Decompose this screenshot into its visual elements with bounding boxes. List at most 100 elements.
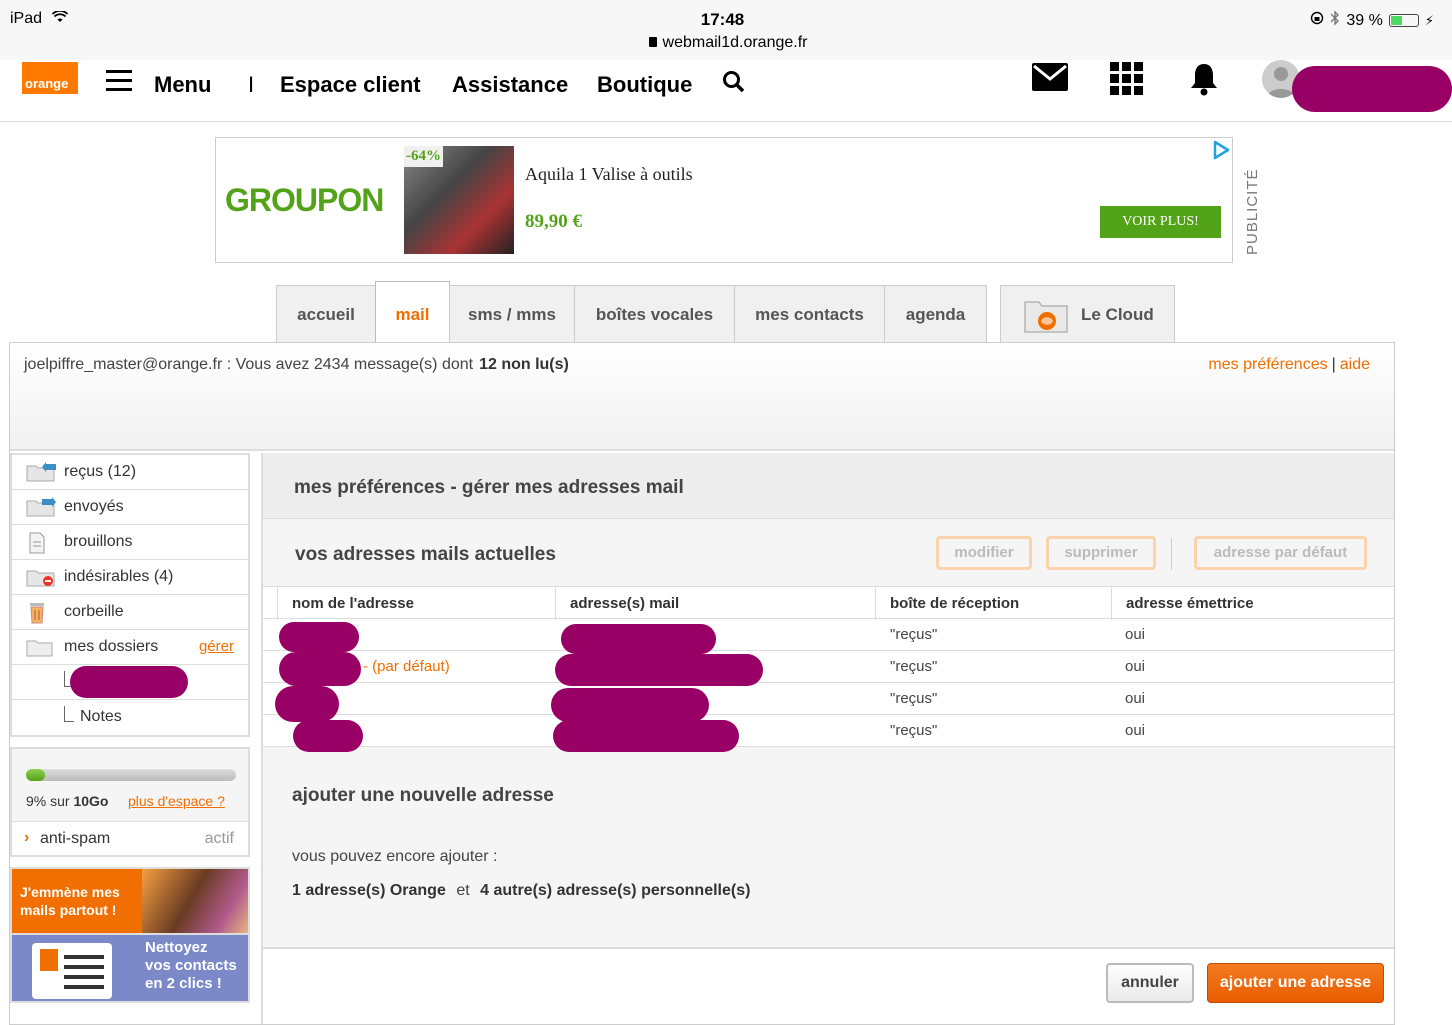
bell-icon[interactable] [1189,62,1219,101]
col-address-header[interactable]: adresse(s) mail [555,587,875,620]
col-sender-header[interactable]: adresse émettrice [1111,587,1345,620]
delete-button[interactable]: supprimer [1046,536,1156,570]
nav-assistance[interactable]: Assistance [452,72,568,98]
ad-price: 89,90 € [525,211,582,232]
link-separator: | [1331,356,1336,373]
message-count-text: joelpiffre_master@orange.fr : Vous avez … [24,356,474,373]
preferences-link[interactable]: mes préférences [1208,356,1327,373]
redacted-username [1292,66,1452,112]
menu-link[interactable]: Menu [154,72,211,98]
row-sender: oui [1125,722,1146,739]
folder-sent-label: envoyés [64,498,124,515]
chevron-right-icon: › [24,829,30,846]
row-default-tag: - (par défaut) [363,658,450,675]
redacted-name [279,622,359,652]
portal-header: orange Menu I Espace client Assistance B… [0,60,1452,122]
quota-bar [26,769,236,781]
add-address-remaining: 1 adresse(s) Orange et 4 autre(s) adress… [292,882,750,900]
page-title: mes préférences - gérer mes adresses mai… [294,477,684,498]
tab-boites-vocales[interactable]: boîtes vocales [574,285,735,343]
quota-text: 9% sur 10Go [26,793,108,809]
ad-cta-button[interactable]: VOIR PLUS! [1100,206,1221,238]
account-info-bar: joelpiffre_master@orange.fr : Vous avez … [10,343,1394,451]
tab-sms-mms[interactable]: sms / mms [449,285,575,343]
nav-boutique[interactable]: Boutique [597,72,692,98]
tree-connector [64,706,74,722]
col-inbox-header[interactable]: boîte de réception [875,587,1111,620]
set-default-button[interactable]: adresse par défaut [1194,536,1367,570]
promo-mobile-mail[interactable]: J'emmène mes mails partout ! [10,867,250,935]
table-row[interactable]: "reçus" oui [263,683,1394,715]
rotation-lock-icon [1310,11,1324,30]
table-row[interactable]: "reçus" oui [263,715,1394,747]
row-sender: oui [1125,626,1146,643]
orange-address-count: 1 adresse(s) Orange [292,882,446,899]
content-header: mes préférences - gérer mes adresses mai… [263,453,1394,519]
ad-title[interactable]: Aquila 1 Valise à outils [525,164,693,185]
folder-spam[interactable]: indésirables (4) [12,560,248,595]
redacted-name [293,720,363,752]
sent-icon [26,497,56,517]
contacts-card-icon [32,943,112,999]
orange-logo[interactable]: orange [22,62,78,94]
folder-inbox-label: reçus (12) [64,463,137,480]
more-space-link[interactable]: plus d'espace ? [128,793,225,809]
ad-banner[interactable]: GROUPON -64% Aquila 1 Valise à outils 89… [215,137,1233,263]
conjunction: et [456,882,470,899]
ad-product-image: -64% [404,146,514,254]
table-row[interactable]: - (par défaut) "reçus" oui [263,651,1394,683]
antispam-row[interactable]: › anti-spam actif [12,821,248,855]
row-inbox: "reçus" [890,658,938,675]
addresses-table: nom de l'adresse adresse(s) mail boîte d… [263,586,1394,752]
row-inbox: "reçus" [890,690,938,707]
tab-le-cloud-label: Le Cloud [1081,305,1154,324]
tab-mail[interactable]: mail [375,281,450,345]
promo-clean-contacts[interactable]: Nettoyez vos contacts en 2 clics ! [10,935,250,1003]
antispam-state: actif [204,830,234,847]
folder-drafts[interactable]: brouillons [12,525,248,560]
cancel-button[interactable]: annuler [1106,963,1194,1003]
manage-folders-link[interactable]: gérer [199,638,234,655]
modify-button[interactable]: modifier [936,536,1032,570]
folder-icon [26,637,54,657]
apps-grid-icon[interactable] [1110,62,1144,101]
inbox-icon [26,462,56,482]
account-summary: joelpiffre_master@orange.fr : Vous avez … [24,356,569,374]
row-inbox: "reçus" [890,626,938,643]
mail-icon[interactable] [1031,62,1069,97]
adchoices-icon[interactable] [1211,140,1231,160]
status-indicators: 39 % ⚡ [1310,10,1434,31]
help-link[interactable]: aide [1340,356,1370,373]
folder-inbox[interactable]: reçus (12) [12,455,248,490]
quota-percent: 9% sur [26,793,70,809]
folder-my-folders[interactable]: mes dossiers gérer [12,630,248,665]
search-icon[interactable] [722,70,745,93]
nav-espace-client[interactable]: Espace client [280,72,421,98]
redacted-name [279,652,361,686]
subfolder-redacted[interactable] [12,665,248,700]
folder-trash[interactable]: corbeille [12,595,248,630]
hamburger-menu-icon[interactable] [106,70,132,92]
battery-icon [1388,14,1419,27]
url-bar[interactable]: webmail1d.orange.fr [0,34,1452,52]
folder-sent[interactable]: envoyés [12,490,248,525]
promo-line: J'emmène mes [20,884,120,900]
col-name-header[interactable]: nom de l'adresse [277,587,555,620]
tab-agenda[interactable]: agenda [884,285,987,343]
ad-label: PUBLICITÉ [1244,168,1261,255]
promo-photo [142,869,248,933]
tab-mes-contacts[interactable]: mes contacts [734,285,885,343]
row-sender: oui [1125,658,1146,675]
tab-accueil[interactable]: accueil [276,285,376,343]
tab-le-cloud[interactable]: Le Cloud [1000,285,1175,343]
add-address-button[interactable]: ajouter une adresse [1207,963,1384,1003]
redacted-address [555,654,763,686]
subfolder-notes[interactable]: Notes [12,700,248,735]
row-sender: oui [1125,690,1146,707]
table-row[interactable]: "reçus" oui [263,619,1394,651]
subfolder-notes-label: Notes [80,708,122,725]
battery-percent: 39 % [1346,11,1383,29]
lock-icon [648,37,657,47]
status-bar: iPad 17:48 webmail1d.orange.fr 39 % ⚡ [0,0,1452,60]
unread-count: 12 non lu(s) [479,356,569,373]
